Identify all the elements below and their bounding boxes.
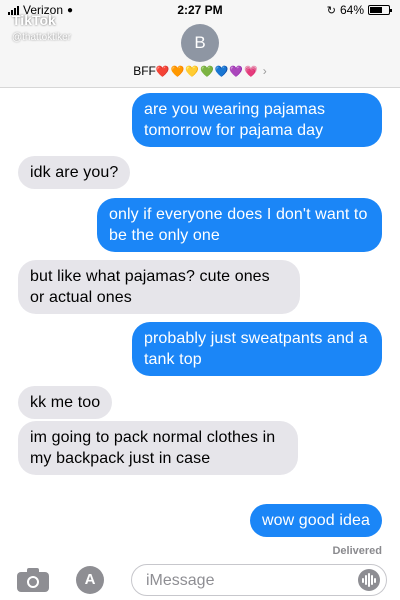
message-bubble-sent[interactable]: only if everyone does I don't want to be… xyxy=(97,198,382,252)
battery-percent: 64% xyxy=(339,3,364,17)
message-bubble-sent[interactable]: are you wearing pajamas tomorrow for paj… xyxy=(132,93,382,147)
status-right: ↻ 64% xyxy=(326,3,392,17)
imessage-input[interactable]: iMessage xyxy=(131,564,387,596)
tiktok-logo: TikTok xyxy=(12,12,56,28)
camera-button[interactable] xyxy=(17,568,49,592)
input-bar: A iMessage xyxy=(0,560,400,600)
battery-fill xyxy=(370,7,382,13)
message-thread[interactable]: are you wearing pajamas tomorrow for paj… xyxy=(0,88,400,558)
contact-hearts: ❤️🧡💛💚💙💜💗 xyxy=(155,65,259,78)
camera-lens-icon xyxy=(27,576,39,588)
imessage-placeholder: iMessage xyxy=(146,572,215,589)
contact-name-row[interactable]: BFF❤️🧡💛💚💙💜💗 › xyxy=(0,64,400,78)
audio-waveform-icon[interactable] xyxy=(358,569,380,591)
delivered-status: Delivered xyxy=(332,545,382,557)
contact-name: BFF xyxy=(133,64,156,78)
message-bubble-received[interactable]: idk are you? xyxy=(18,156,131,189)
orientation-lock-icon: ↻ xyxy=(326,4,336,17)
contact-avatar[interactable]: B xyxy=(181,24,219,62)
app-store-icon[interactable]: A xyxy=(76,566,104,594)
chevron-right-icon: › xyxy=(262,64,267,78)
tiktok-watermark: TikTok @thattoktiker xyxy=(12,12,71,43)
message-bubble-sent[interactable]: wow good idea xyxy=(249,504,382,537)
message-bubble-sent[interactable]: probably just sweatpants and a tank top xyxy=(132,322,382,376)
tiktok-handle: @thattoktiker xyxy=(12,32,72,43)
message-bubble-received[interactable]: but like what pajamas? cute ones or actu… xyxy=(18,260,300,314)
battery-icon xyxy=(368,5,392,15)
message-bubble-received[interactable]: kk me too xyxy=(18,386,113,419)
message-bubble-received[interactable]: im going to pack normal clothes in my ba… xyxy=(18,421,298,475)
